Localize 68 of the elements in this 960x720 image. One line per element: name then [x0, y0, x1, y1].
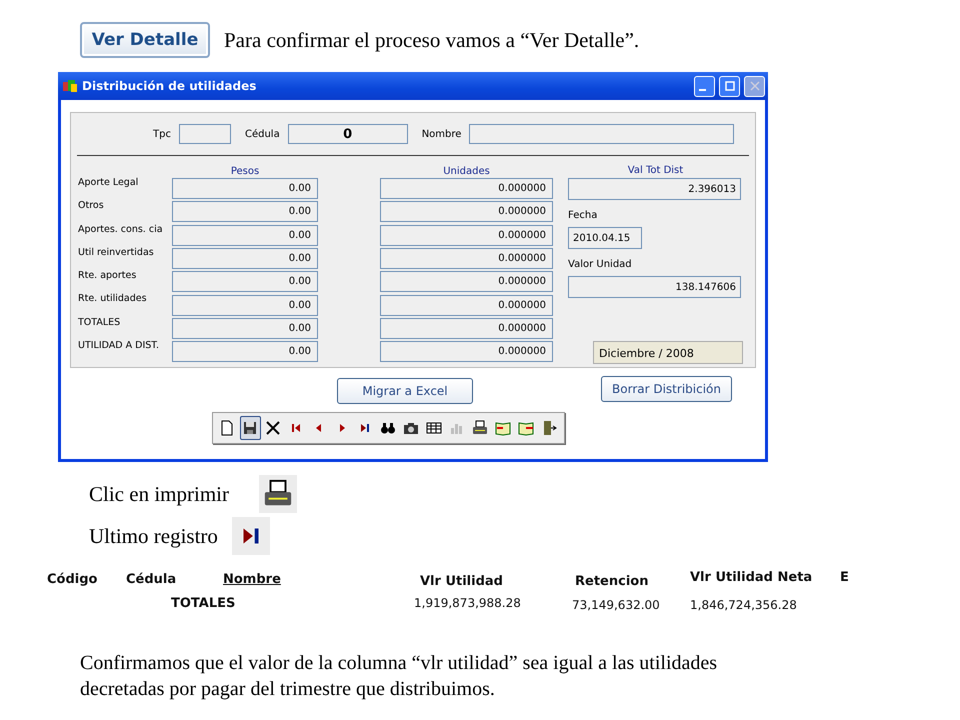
input-field[interactable]: 0.00	[172, 294, 318, 316]
row-label: Otros	[78, 200, 105, 212]
note-text: Confirmamos que el valor de la columna “vlr utilidad” sea igual a las utilidades decretadas por pagar del trimestre que distribuimos.	[80, 651, 718, 702]
input-field[interactable]: 2010.04.15	[568, 227, 642, 249]
total-value: 73,149,632.00	[572, 598, 660, 612]
app-icon	[62, 79, 78, 93]
column-header: Código	[47, 572, 98, 587]
input-field[interactable]: 0.000000	[380, 248, 553, 270]
close-button[interactable]	[744, 76, 765, 96]
field-label: Fecha	[568, 210, 598, 223]
column-header: Retencion	[575, 574, 648, 589]
input-field[interactable]: 0.000000	[380, 271, 553, 292]
input-field[interactable]: 0.000000	[380, 224, 553, 246]
input-field[interactable]: 0.000000	[380, 341, 553, 362]
column-header: E	[840, 570, 849, 585]
column-header: Cédula	[126, 572, 176, 587]
input-field[interactable]	[178, 124, 231, 144]
input-field[interactable]: 0.000000	[380, 294, 553, 316]
row-label: Aportes. cons. cia	[78, 224, 164, 235]
window-title: Distribución de utilidades	[82, 79, 256, 93]
input-field[interactable]: 0.00	[172, 178, 318, 200]
row-label: Aporte Legal	[78, 177, 140, 188]
input-field[interactable]: 0.000000	[380, 318, 553, 339]
last-record-icon	[232, 517, 270, 555]
input-field[interactable]: 0.00	[172, 248, 318, 270]
action-button[interactable]: Migrar a Excel	[337, 378, 473, 404]
input-field[interactable]: 0.00	[172, 224, 318, 246]
minimize-button[interactable]	[694, 76, 715, 96]
input-field[interactable]: 0.00	[172, 318, 318, 339]
field-label: Tpc	[153, 128, 171, 140]
column-header: Pesos	[230, 166, 260, 177]
minimize-icon	[699, 89, 706, 91]
close-icon	[750, 81, 760, 91]
column-header: Vlr Utilidad Neta	[690, 570, 812, 585]
input-field[interactable]: 2.396013	[568, 178, 741, 200]
total-value: 1,919,873,988.28	[414, 596, 521, 610]
field-label: Valor Unidad	[568, 259, 633, 272]
input-field[interactable]: 0.000000	[380, 201, 553, 222]
input-field[interactable]: 0.000000	[380, 178, 553, 200]
field-label: Val Tot Dist	[626, 164, 684, 177]
input-field[interactable]: 0.00	[172, 271, 318, 292]
maximize-icon	[724, 81, 734, 91]
row-label: Util reinvertidas	[78, 246, 155, 258]
step-text: Ultimo registro	[89, 524, 218, 548]
column-header: Nombre	[223, 572, 281, 587]
row-label: Rte. utilidades	[78, 293, 148, 304]
column-header: Unidades	[442, 166, 491, 177]
row-label: Rte. aportes	[78, 270, 138, 282]
field-label: Nombre	[422, 128, 462, 140]
ver-detalle-button[interactable]: Ver Detalle	[80, 22, 210, 58]
input-field[interactable]: 0.00	[172, 201, 318, 222]
printer-icon	[258, 475, 297, 513]
instruction-text: Para confirmar el proceso vamos a “Ver Detalle”.	[224, 28, 640, 52]
column-header: Vlr Utilidad	[420, 574, 503, 589]
totals-label: TOTALES	[171, 596, 236, 611]
save-icon[interactable]	[240, 416, 260, 440]
input-field[interactable]: 138.147606	[568, 276, 741, 298]
step-text: Clic en imprimir	[89, 482, 229, 506]
action-button[interactable]: Borrar Distribición	[601, 376, 732, 402]
maximize-button[interactable]	[719, 76, 740, 96]
input-field[interactable]: 0.00	[172, 341, 318, 362]
row-label: TOTALES	[78, 316, 122, 328]
total-value: 1,846,724,356.28	[690, 598, 797, 612]
field-label: Cédula	[244, 128, 280, 140]
input-field[interactable]	[469, 124, 734, 144]
period-field: Diciembre / 2008	[593, 341, 743, 364]
input-field[interactable]: 0	[288, 124, 408, 144]
row-label: UTILIDAD A DIST.	[78, 340, 160, 352]
